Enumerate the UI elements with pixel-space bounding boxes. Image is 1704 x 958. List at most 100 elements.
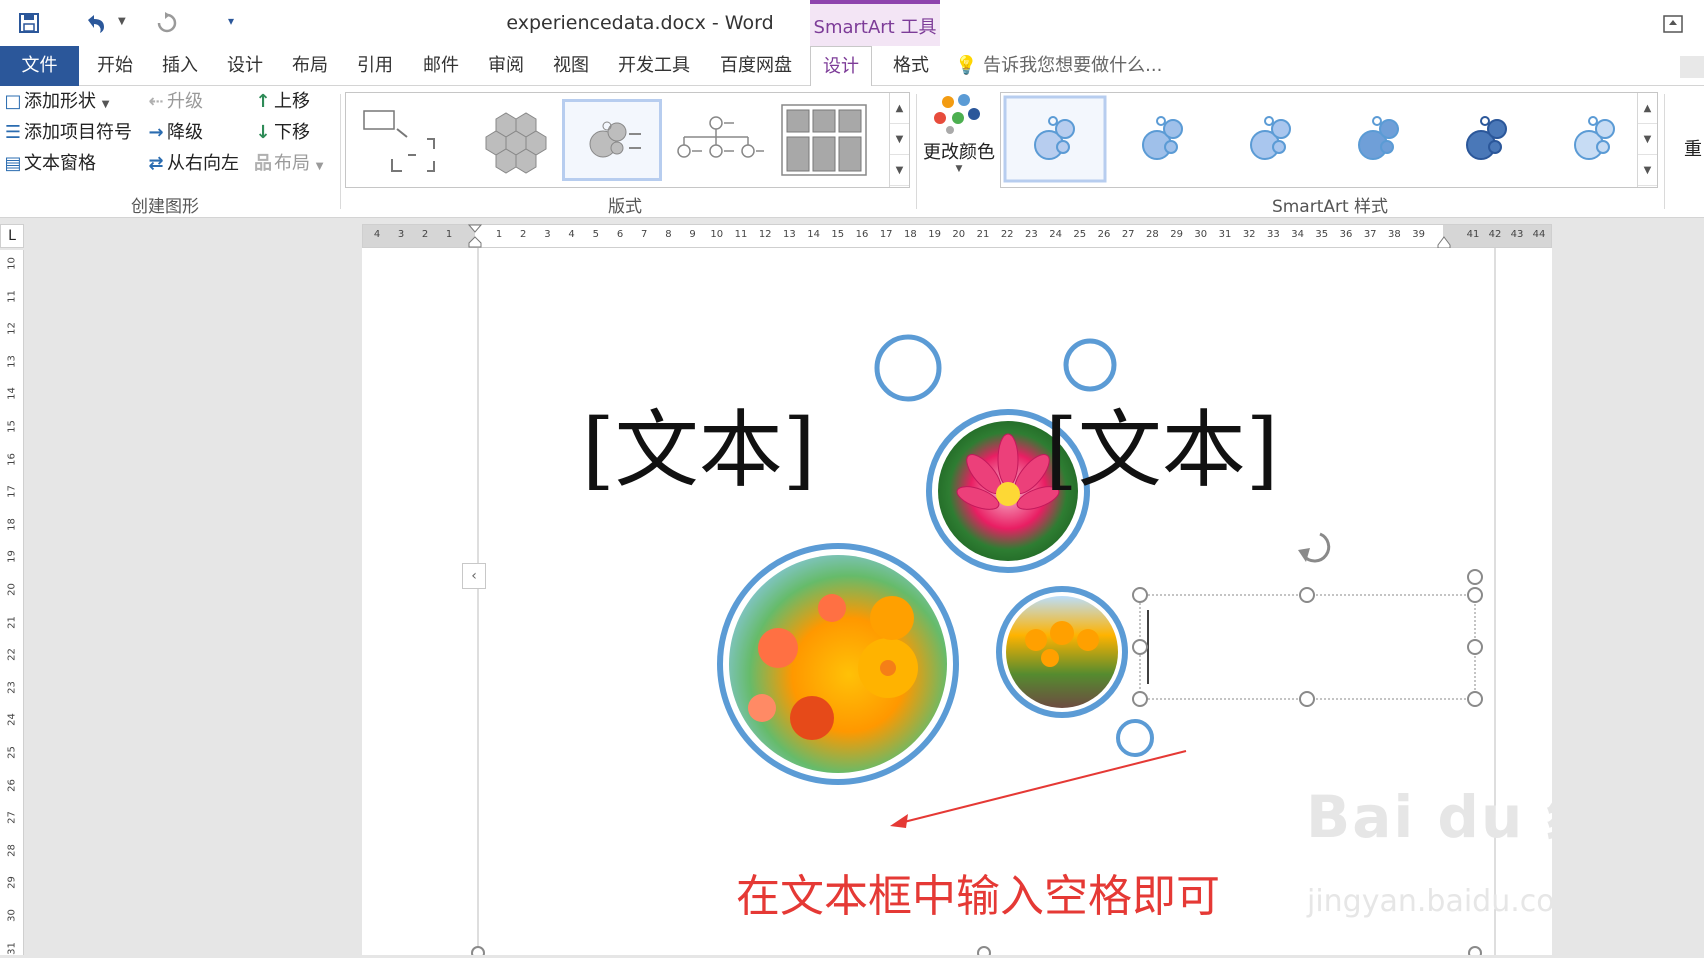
ruler-number: 23 [1025, 229, 1038, 240]
tab-file[interactable]: 文件 [0, 46, 79, 86]
ruler-number: 24 [6, 713, 18, 727]
ruler-number: 31 [6, 941, 18, 955]
change-colors-button[interactable]: 更改颜色 ▼ [920, 90, 998, 190]
move-down-label: 下移 [274, 122, 310, 143]
tab-home[interactable]: 开始 [90, 46, 140, 86]
title-bar: ▼ ▾ experiencedata.docx - Word SmartArt … [0, 0, 1704, 46]
smartart-styles-gallery[interactable]: ▲ ▼ ▼ [1000, 92, 1658, 188]
ruler-number: 41 [1466, 229, 1480, 240]
ruler-number: 14 [807, 229, 820, 240]
ruler-number: 1 [495, 229, 503, 240]
scroll-down-icon[interactable]: ▼ [1638, 124, 1657, 155]
add-shape-button[interactable]: □ 添加形状 ▼ [2, 88, 109, 116]
ruler-number: 8 [665, 229, 672, 240]
gallery-more-icon[interactable]: ▼ [890, 155, 909, 186]
promote-button[interactable]: ⇠ 升级 [145, 88, 203, 116]
ruler-number: 30 [6, 909, 18, 922]
layout-item-1[interactable] [352, 99, 452, 181]
smartart-style-item[interactable] [1250, 116, 1291, 160]
tab-insert[interactable]: 插入 [155, 46, 205, 86]
ruler-number: 37 [1363, 229, 1377, 240]
tab-design[interactable]: 设计 [220, 46, 270, 86]
move-down-button[interactable]: ↓ 下移 [252, 119, 310, 147]
org-chart-icon: 品 [254, 153, 272, 174]
layout-thumbnail-icon [363, 110, 435, 172]
ribbon-display-icon[interactable] [1662, 14, 1684, 34]
palette-icon [934, 94, 980, 134]
tab-mailings[interactable]: 邮件 [416, 46, 466, 86]
ruler-number: 12 [758, 229, 772, 240]
tab-review[interactable]: 审阅 [481, 46, 531, 86]
layout-item-2[interactable] [458, 99, 558, 181]
right-to-left-button[interactable]: ⇄ 从右向左 [145, 150, 239, 178]
ruler-number: 11 [734, 229, 748, 240]
smartart-text-left[interactable]: [文本] [582, 383, 816, 504]
move-up-button[interactable]: ↑ 上移 [252, 88, 310, 116]
ruler-number: 21 [976, 229, 990, 240]
gallery-more-icon[interactable]: ▼ [1638, 155, 1657, 186]
add-bullet-label: 添加项目符号 [24, 122, 132, 143]
vertical-ruler[interactable]: 10 11 12 13 14 15 16 17 18 19 20 21 22 23 24 25 26 27 28 29… [0, 250, 24, 955]
ruler-number: 26 [1097, 229, 1111, 240]
ruler-number: 29 [1170, 229, 1183, 240]
text-pane-toggle-chevron-left-icon[interactable]: ‹ [462, 563, 486, 589]
small-ring-shape [874, 334, 942, 402]
ruler-number: 11 [6, 289, 18, 303]
smartart-style-item[interactable] [1142, 116, 1183, 160]
ruler-number: 27 [6, 811, 18, 825]
tab-view[interactable]: 视图 [546, 46, 596, 86]
text-pane-button[interactable]: ▤ 文本窗格 [2, 150, 96, 178]
tab-developer[interactable]: 开发工具 [612, 46, 696, 86]
reset-graphic-button[interactable]: 重 [1684, 136, 1704, 164]
tab-references[interactable]: 引用 [350, 46, 400, 86]
lightbulb-icon: 💡 [955, 55, 978, 76]
scroll-up-icon[interactable]: ▲ [1638, 93, 1657, 124]
ruler-number: 2 [421, 229, 429, 240]
layout-button[interactable]: 品布局 ▼ [252, 150, 323, 178]
ruler-number: 13 [6, 354, 18, 368]
layouts-gallery[interactable]: ▲ ▼ ▼ [345, 92, 910, 188]
right-indent-marker-icon[interactable] [1436, 235, 1452, 249]
styles-gallery-scroll[interactable]: ▲ ▼ ▼ [1637, 93, 1657, 187]
indent-marker-icon[interactable] [467, 223, 483, 249]
add-shape-label: 添加形状 [24, 91, 96, 112]
tab-smartart-format[interactable]: 格式 [880, 46, 942, 86]
smartart-style-item[interactable] [1466, 116, 1507, 160]
tab-selector[interactable]: L [0, 224, 24, 248]
grid-picture-icon [781, 104, 867, 176]
ruler-number: 44 [1532, 229, 1546, 240]
ruler-number: 5 [592, 229, 599, 240]
layout-item-3-selected[interactable] [562, 99, 662, 181]
add-shape-icon: □ [4, 91, 22, 112]
ruler-number: 12 [6, 322, 18, 336]
tab-baidu-netdisk[interactable]: 百度网盘 [714, 46, 798, 86]
demote-button[interactable]: → 降级 [145, 119, 203, 147]
horizontal-ruler[interactable]: 4 3 2 1 1 2 3 4 5 6 7 8 9 10 11 12 13 14 15 16 17 18 19 20 21 22 2… [362, 223, 1552, 249]
ruler-number: 29 [6, 876, 18, 890]
rotate-handle-icon [1298, 532, 1331, 563]
ruler-number: 22 [6, 648, 18, 662]
ruler-number: 20 [6, 583, 18, 596]
smartart-style-item[interactable] [1003, 95, 1107, 183]
tab-layout[interactable]: 布局 [285, 46, 335, 86]
ruler-number: 13 [783, 229, 796, 240]
layout-item-5[interactable] [774, 99, 874, 181]
group-separator [916, 94, 917, 209]
tab-smartart-design[interactable]: 设计 [810, 46, 872, 87]
ruler-number: 24 [1049, 229, 1062, 240]
ribbon-scroll-right[interactable] [1680, 56, 1704, 78]
ruler-number: 16 [6, 452, 18, 466]
ruler-number: 32 [1242, 229, 1256, 240]
document-page[interactable]: [文本] [文本] ‹ 在文本框中输入空格即可 Bai du 经验 jingya… [362, 248, 1664, 955]
scroll-down-icon[interactable]: ▼ [890, 124, 909, 155]
scroll-up-icon[interactable]: ▲ [890, 93, 909, 124]
layouts-gallery-scroll[interactable]: ▲ ▼ ▼ [889, 93, 909, 187]
smartart-style-item[interactable] [1574, 116, 1615, 160]
add-bullet-button[interactable]: ☰ 添加项目符号 [2, 119, 132, 147]
ribbon-tabs: 文件 开始 插入 设计 布局 引用 邮件 审阅 视图 开发工具 百度网盘 设计 … [0, 46, 1704, 87]
small-ring-shape [1063, 338, 1117, 392]
tell-me-box[interactable]: 💡 告诉我您想要做什么... [955, 46, 1162, 86]
smartart-text-right[interactable]: [文本] [1045, 383, 1279, 504]
smartart-style-item[interactable] [1358, 116, 1399, 160]
layout-item-4[interactable] [666, 99, 766, 181]
